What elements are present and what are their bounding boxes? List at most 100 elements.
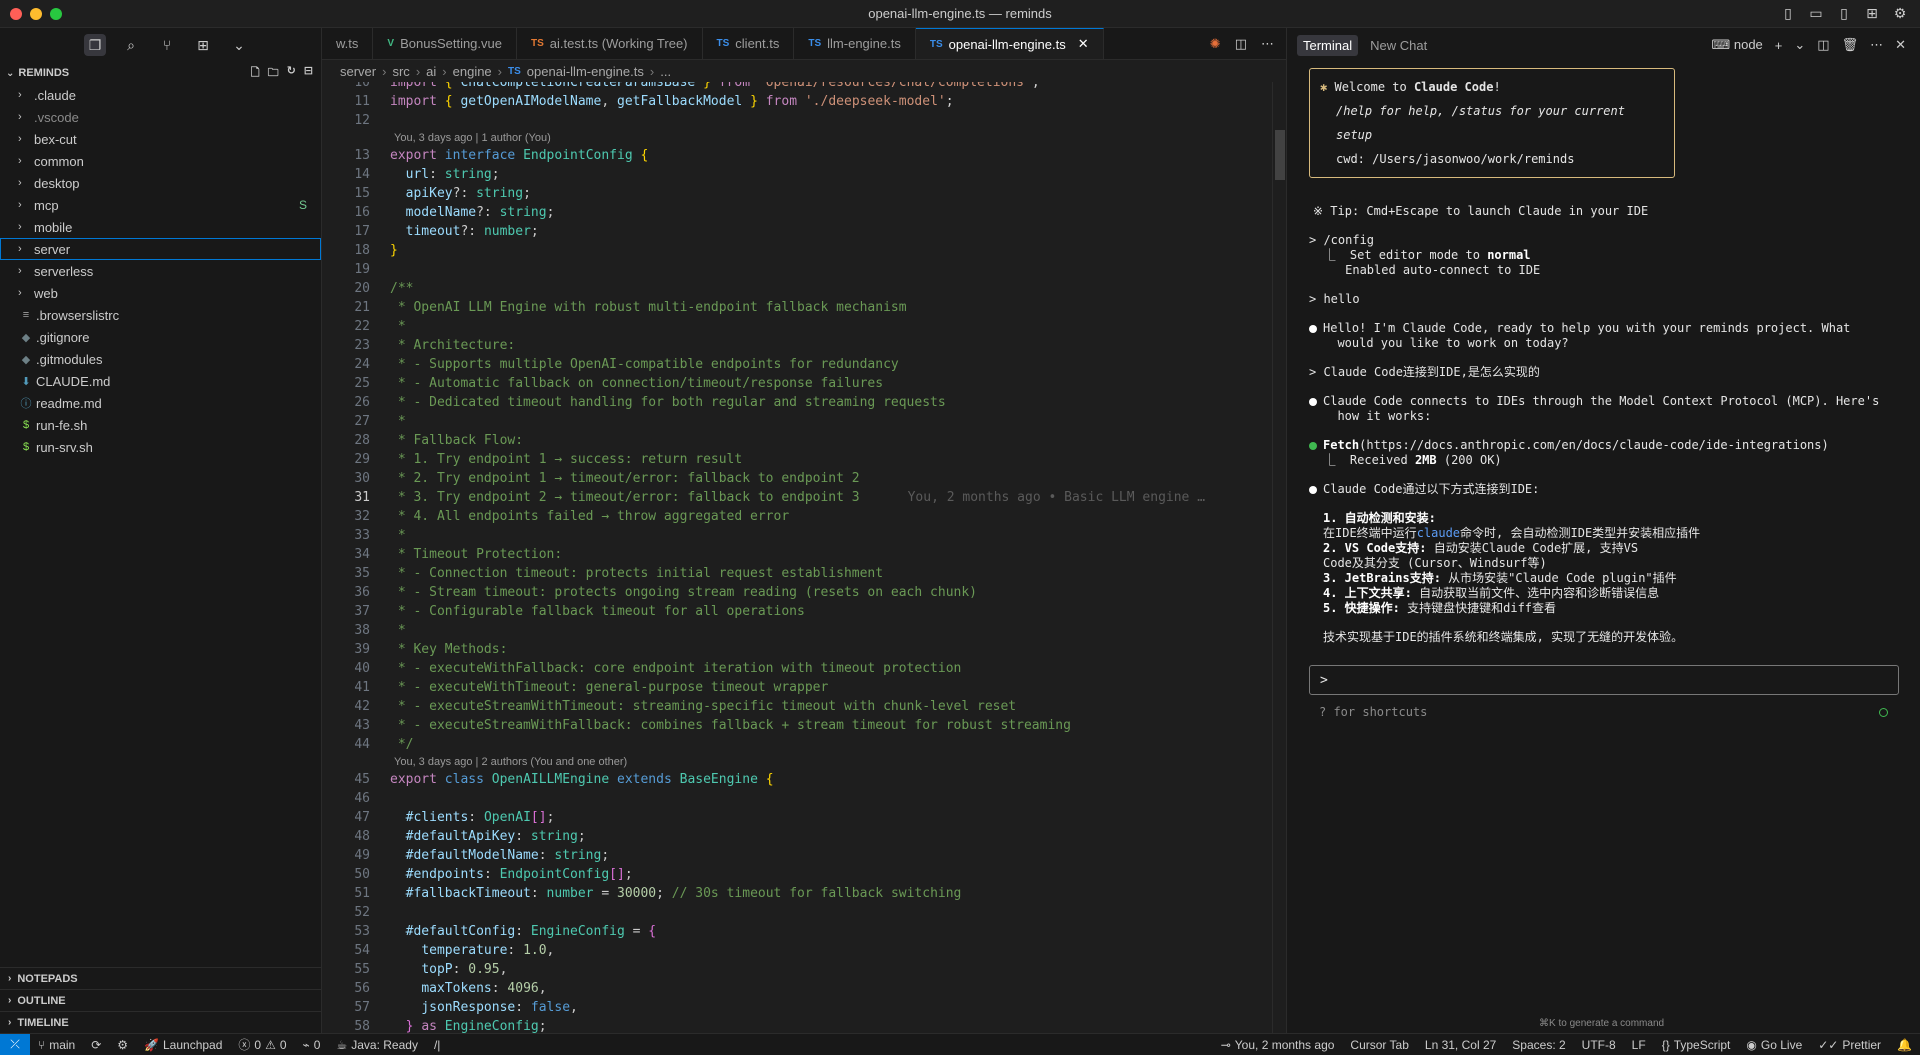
go-live-button[interactable]: ◉ Go Live: [1738, 1038, 1810, 1052]
editor-tab[interactable]: TS llm-engine.ts: [794, 28, 916, 59]
tree-folder[interactable]: › mobile: [0, 216, 321, 238]
new-file-icon[interactable]: 🗋: [251, 64, 260, 83]
editor-scrollbar[interactable]: [1272, 82, 1286, 1033]
prettier-status[interactable]: ✓✓ Prettier: [1810, 1038, 1889, 1052]
chevron-down-icon[interactable]: ⌄: [1794, 37, 1805, 53]
split-editor-icon[interactable]: ◫: [1235, 36, 1247, 52]
notifications-bell-icon[interactable]: 🔔: [1889, 1038, 1920, 1052]
new-terminal-icon[interactable]: +: [1775, 38, 1783, 53]
close-icon[interactable]: ✕: [1895, 37, 1906, 53]
toggle-sidebar-icon[interactable]: ▯: [1780, 5, 1796, 21]
refresh-icon[interactable]: ↻: [287, 64, 296, 83]
code-line: 43 * - executeStreamWithFallback: combin…: [354, 718, 1071, 733]
remote-indicator-icon[interactable]: ⤫: [0, 1033, 30, 1055]
claude-icon[interactable]: ✺: [1210, 36, 1221, 52]
maximize-window-button[interactable]: [50, 8, 62, 20]
explorer-header[interactable]: ⌄ REMINDS 🗋 🗀 ↻ ⊟: [0, 62, 321, 84]
cursor-position[interactable]: Ln 31, Col 27: [1417, 1038, 1504, 1052]
code-editor[interactable]: 10 import { ChatCompletionCreateParamsBas…: [322, 82, 1286, 1033]
customize-layout-icon[interactable]: ⊞: [1864, 5, 1880, 21]
editor-tab[interactable]: TS openai-llm-engine.ts ✕: [915, 28, 1104, 59]
outline-section[interactable]: › OUTLINE: [0, 989, 322, 1011]
tab-label: openai-llm-engine.ts: [948, 36, 1066, 52]
fetch-result-size: 2MB: [1414, 453, 1437, 467]
tree-file[interactable]: ⬇ CLAUDE.md: [0, 370, 321, 392]
code-line: 49 #defaultModelName: string;: [354, 848, 610, 863]
language-mode[interactable]: {} TypeScript: [1654, 1038, 1739, 1052]
status-circle-icon: [1879, 708, 1888, 717]
tree-folder[interactable]: › .claude: [0, 84, 321, 106]
end-of-line[interactable]: LF: [1624, 1038, 1654, 1052]
close-window-button[interactable]: [10, 8, 22, 20]
tree-file[interactable]: $ run-srv.sh: [0, 436, 321, 458]
code-lens[interactable]: You, 3 days ago | 1 author (You): [322, 130, 1286, 146]
tree-file[interactable]: ◆ .gitignore: [0, 326, 321, 348]
tab-terminal[interactable]: Terminal: [1297, 34, 1359, 56]
terminal-indicator-icon[interactable]: /|: [426, 1038, 448, 1052]
breadcrumb-item[interactable]: openai-llm-engine.ts: [527, 64, 644, 79]
tree-folder[interactable]: › server: [0, 238, 321, 260]
extensions-icon[interactable]: ⊞: [192, 34, 214, 56]
trash-icon[interactable]: 🗑: [1842, 37, 1859, 53]
toggle-secondary-sidebar-icon[interactable]: ▯: [1836, 5, 1852, 21]
java-status[interactable]: ☕ Java: Ready: [328, 1038, 425, 1052]
tree-folder[interactable]: › desktop: [0, 172, 321, 194]
minimize-window-button[interactable]: [30, 8, 42, 20]
scrollbar-thumb[interactable]: [1275, 130, 1285, 180]
sync-icon[interactable]: ⟳: [83, 1038, 109, 1052]
problems-indicator[interactable]: ⓧ 0 ⚠ 0: [230, 1036, 294, 1053]
more-actions-icon[interactable]: ⋯: [1261, 36, 1274, 52]
editor-tab[interactable]: V BonusSetting.vue: [373, 28, 517, 59]
breadcrumb-item[interactable]: ai: [426, 64, 436, 79]
more-actions-icon[interactable]: ⋯: [1870, 37, 1883, 53]
source-control-icon[interactable]: ⑂: [156, 34, 178, 56]
indentation[interactable]: Spaces: 2: [1504, 1038, 1573, 1052]
git-blame-status[interactable]: ⊸ You, 2 months ago: [1213, 1038, 1343, 1052]
summary-text: 技术实现基于IDE的插件系统和终端集成, 实现了无缝的开发体验。: [1323, 630, 1684, 644]
tree-folder[interactable]: › .vscode: [0, 106, 321, 128]
tree-folder[interactable]: › mcp S: [0, 194, 321, 216]
tree-folder[interactable]: › web: [0, 282, 321, 304]
encoding[interactable]: UTF-8: [1574, 1038, 1624, 1052]
cursor-tab-status[interactable]: Cursor Tab: [1342, 1038, 1416, 1052]
search-icon[interactable]: ⌕: [120, 34, 142, 56]
tree-folder[interactable]: › common: [0, 150, 321, 172]
ports-indicator[interactable]: ⌁ 0: [295, 1038, 329, 1052]
tree-file[interactable]: ◆ .gitmodules: [0, 348, 321, 370]
error-count: 0: [254, 1037, 262, 1052]
launchpad-button[interactable]: 🚀 Launchpad: [136, 1038, 230, 1052]
terminal-output[interactable]: ✱ Welcome to Claude Code! /help for help…: [1287, 62, 1920, 1022]
tree-file[interactable]: $ run-fe.sh: [0, 414, 321, 436]
breadcrumb-item[interactable]: src: [392, 64, 409, 79]
timeline-section[interactable]: › TIMELINE: [0, 1011, 322, 1033]
editor-tab[interactable]: TS ai.test.ts (Working Tree): [517, 28, 703, 59]
publish-icon[interactable]: ⚙: [109, 1038, 136, 1052]
tree-file[interactable]: ⓘ readme.md: [0, 392, 321, 414]
new-folder-icon[interactable]: 🗀: [268, 64, 279, 83]
claude-prompt-input[interactable]: >: [1309, 665, 1899, 695]
branch-indicator[interactable]: ⑂ main: [30, 1038, 83, 1052]
code-line: 45 export class OpenAILLMEngine extends B…: [354, 772, 774, 787]
close-tab-icon[interactable]: ✕: [1078, 36, 1089, 52]
tab-new-chat[interactable]: New Chat: [1364, 35, 1433, 56]
split-terminal-icon[interactable]: ◫: [1817, 37, 1829, 53]
editor-tab[interactable]: w.ts: [322, 28, 374, 59]
tip-text: ※ Tip: Cmd+Escape to launch Claude in yo…: [1313, 204, 1649, 218]
breadcrumb-item[interactable]: ...: [660, 64, 671, 79]
notepads-section[interactable]: › NOTEPADS: [0, 967, 322, 989]
explorer-files-icon[interactable]: ❐: [84, 34, 106, 56]
tree-file[interactable]: ≡ .browserslistrc: [0, 304, 321, 326]
settings-gear-icon[interactable]: ⚙: [1892, 5, 1908, 21]
editor-tab[interactable]: TS client.ts: [703, 28, 795, 59]
broadcast-icon: ◉: [1746, 1037, 1757, 1052]
toggle-panel-icon[interactable]: ▭: [1808, 5, 1824, 21]
breadcrumb-item[interactable]: engine: [453, 64, 492, 79]
tree-folder[interactable]: › bex-cut: [0, 128, 321, 150]
tree-folder[interactable]: › serverless: [0, 260, 321, 282]
code-line: 19: [354, 262, 370, 277]
breadcrumb-item[interactable]: server: [340, 64, 376, 79]
chevron-down-icon[interactable]: ⌄: [228, 34, 250, 56]
collapse-all-icon[interactable]: ⊟: [304, 64, 313, 83]
code-lens[interactable]: You, 3 days ago | 2 authors (You and one…: [322, 754, 1286, 770]
terminal-shell-selector[interactable]: ⌨ node: [1711, 37, 1762, 53]
